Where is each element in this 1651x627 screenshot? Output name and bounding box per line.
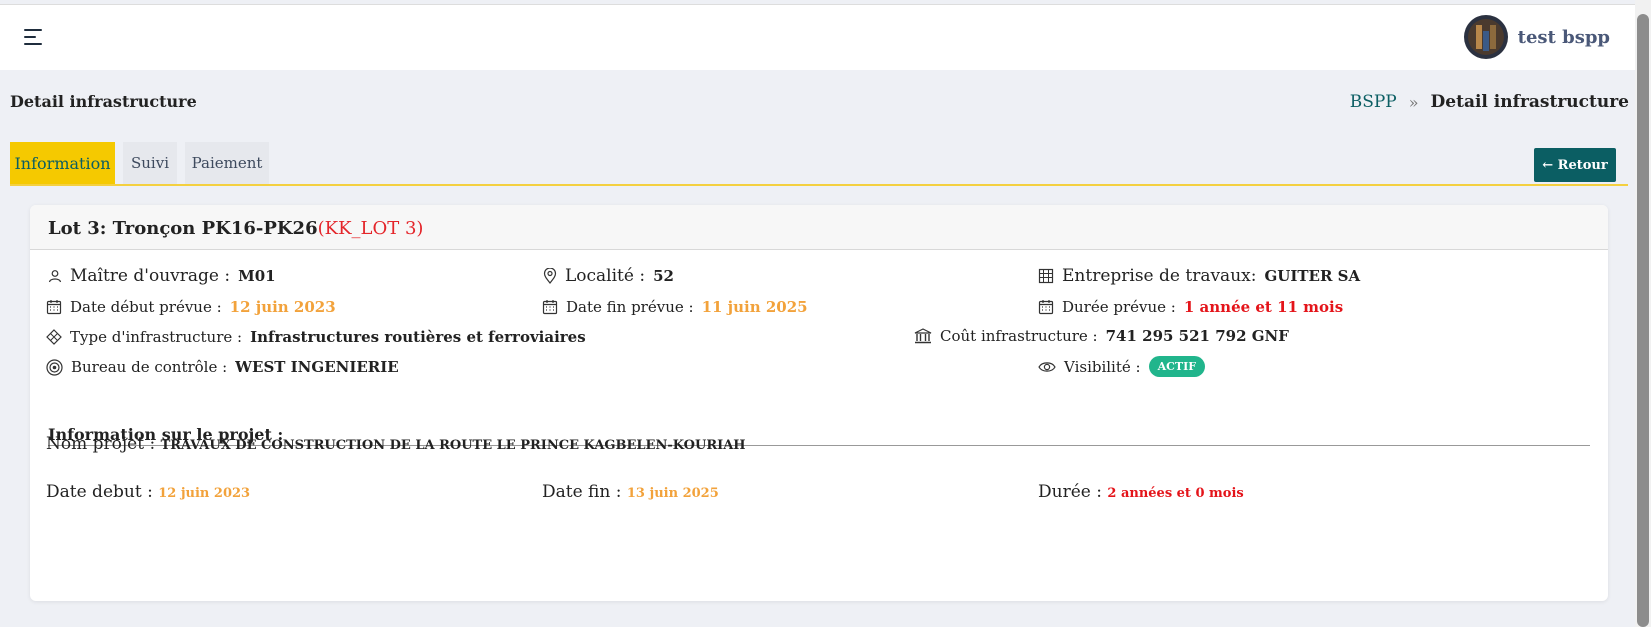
scrollbar-thumb[interactable]	[1637, 14, 1649, 627]
type-value: Infrastructures routières et ferroviaire…	[250, 328, 586, 346]
tab-suivi[interactable]: Suivi	[123, 142, 177, 184]
duree-prevue-value: 1 année et 11 mois	[1183, 298, 1344, 316]
target-icon	[46, 358, 63, 376]
bank-icon	[914, 328, 932, 344]
project-date-fin-label: Date fin :	[542, 482, 622, 502]
field-cout-infrastructure: Coût infrastructure : 741 295 521 792 GN…	[914, 327, 1289, 345]
cout-value: 741 295 521 792 GNF	[1105, 327, 1289, 345]
project-date-fin-row: Date fin : 13 juin 2025	[542, 482, 719, 502]
project-date-fin-value: 13 juin 2025	[626, 486, 719, 501]
project-date-debut-label: Date debut :	[46, 482, 153, 502]
page-title: Detail infrastructure	[10, 92, 197, 111]
eye-icon	[1038, 361, 1056, 372]
calendar-icon	[542, 300, 558, 315]
location-pin-icon	[543, 268, 557, 284]
top-navbar: test bspp	[0, 4, 1635, 70]
field-localite: Localité : 52	[543, 266, 674, 286]
diamond-icon	[46, 329, 62, 345]
date-debut-value: 12 juin 2023	[229, 298, 336, 316]
status-badge: ACTIF	[1148, 356, 1206, 377]
date-fin-value: 11 juin 2025	[701, 298, 808, 316]
lot-title: Lot 3: Tronçon PK16-PK26	[48, 218, 318, 239]
project-duree-label: Durée :	[1038, 482, 1102, 502]
infrastructure-card: Lot 3: Tronçon PK16-PK26(KK_LOT 3) Maîtr…	[30, 205, 1608, 601]
avatar[interactable]	[1463, 15, 1508, 59]
project-date-debut-value: 12 juin 2023	[158, 486, 251, 501]
entreprise-value: GUITER SA	[1264, 267, 1361, 285]
bureau-value: WEST INGENIERIE	[235, 358, 399, 376]
field-visibilite: Visibilité : ACTIF	[1038, 356, 1206, 377]
lot-code: (KK_LOT 3)	[317, 218, 424, 239]
date-fin-label: Date fin prévue :	[566, 298, 694, 316]
date-debut-label: Date début prévue :	[70, 298, 222, 316]
project-name-label: Nom projet :	[46, 434, 156, 454]
calendar-icon	[1038, 300, 1054, 315]
card-header: Lot 3: Tronçon PK16-PK26(KK_LOT 3)	[30, 205, 1608, 250]
page-scrollbar[interactable]	[1635, 0, 1651, 627]
localite-value: 52	[653, 267, 674, 285]
bureau-label: Bureau de contrôle :	[71, 358, 228, 376]
field-bureau-controle: Bureau de contrôle : WEST INGENIERIE	[46, 358, 399, 376]
field-date-fin-prevue: Date fin prévue : 11 juin 2025	[542, 298, 808, 316]
user-icon	[48, 270, 62, 283]
cout-label: Coût infrastructure :	[940, 327, 1098, 345]
building-icon	[1038, 268, 1054, 284]
project-duree-value: 2 années et 0 mois	[1107, 486, 1244, 501]
user-name[interactable]: test bspp	[1518, 27, 1610, 48]
project-duree-row: Durée : 2 années et 0 mois	[1038, 482, 1244, 502]
tab-paiement[interactable]: Paiement	[185, 142, 269, 184]
tab-bar: Information Suivi Paiement ← Retour	[10, 142, 1628, 186]
field-type-infrastructure: Type d'infrastructure : Infrastructures …	[46, 328, 586, 346]
tab-information[interactable]: Information	[10, 142, 115, 184]
breadcrumb-separator-icon: »	[1408, 92, 1419, 112]
duree-prevue-label: Durée prévue :	[1062, 298, 1176, 316]
project-name-value: TRAVAUX DE CONSTRUCTION DE LA ROUTE LE P…	[160, 438, 746, 453]
breadcrumb-root-link[interactable]: BSPP	[1350, 92, 1397, 112]
localite-label: Localité :	[565, 266, 646, 286]
maitre-label: Maître d'ouvrage :	[70, 266, 231, 286]
visibilite-label: Visibilité :	[1064, 357, 1141, 376]
project-name-row: Nom projet : TRAVAUX DE CONSTRUCTION DE …	[46, 434, 746, 454]
calendar-icon	[46, 300, 62, 315]
project-date-debut-row: Date debut : 12 juin 2023	[46, 482, 250, 502]
field-duree-prevue: Durée prévue : 1 année et 11 mois	[1038, 298, 1343, 316]
user-menu[interactable]: test bspp	[1463, 15, 1610, 59]
field-maitre-ouvrage: Maître d'ouvrage : M01	[48, 266, 276, 286]
retour-button[interactable]: ← Retour	[1534, 148, 1616, 182]
entreprise-label: Entreprise de travaux:	[1062, 266, 1257, 286]
field-date-debut-prevue: Date début prévue : 12 juin 2023	[46, 298, 336, 316]
type-label: Type d'infrastructure :	[70, 328, 243, 346]
breadcrumb-current: Detail infrastructure	[1430, 92, 1629, 112]
breadcrumb: BSPP » Detail infrastructure	[1350, 92, 1629, 112]
maitre-value: M01	[238, 267, 276, 285]
menu-toggle-icon[interactable]	[24, 29, 44, 47]
field-entreprise: Entreprise de travaux: GUITER SA	[1038, 266, 1360, 286]
